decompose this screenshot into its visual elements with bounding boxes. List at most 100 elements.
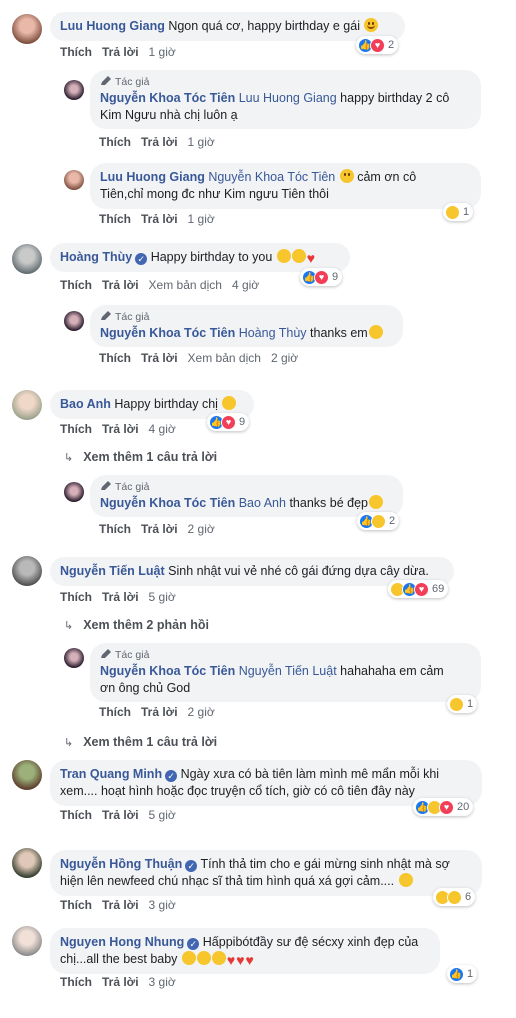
reply-link[interactable]: Trả lời [102,278,139,292]
avatar[interactable] [12,926,42,956]
like-link[interactable]: Thích [60,808,92,822]
commenter-name[interactable]: Nguyễn Hồng Thuận [60,857,182,871]
comment-bubble: Nguyen Hong Nhung ✓ Hấppibótđầy sư đệ séc… [50,928,440,974]
reply-link[interactable]: Trả lời [102,422,139,436]
mention-link[interactable]: Nguyễn Khoa Tóc Tiên [208,170,335,184]
reaction-count: 9 [332,271,339,283]
verified-badge-icon: ✓ [135,253,148,265]
mention-link[interactable]: Luu Huong Giang [239,91,337,105]
reply-text-line1: hahahaha em cảm [340,664,444,678]
reaction-summary[interactable]: 👍 ♥ 20 [413,798,474,816]
wow-reaction-icon [445,204,460,220]
translate-link[interactable]: Xem bản dịch [149,278,222,292]
commenter-name[interactable]: Nguyễn Khoa Tóc Tiên [100,91,235,105]
like-link[interactable]: Thích [60,45,92,59]
timestamp[interactable]: 2 giờ [188,705,215,719]
reply-link[interactable]: Trả lời [141,351,178,365]
avatar[interactable] [12,244,42,274]
timestamp[interactable]: 1 giờ [149,45,176,59]
avatar[interactable] [12,848,42,878]
timestamp[interactable]: 2 giờ [188,522,215,536]
reply-link[interactable]: Trả lời [102,590,139,604]
like-link[interactable]: Thích [60,975,92,989]
timestamp[interactable]: 3 giờ [149,975,176,989]
commenter-name[interactable]: Hoàng Thùy [60,250,132,264]
reaction-summary[interactable]: 👍 ♥ 9 [300,268,343,286]
view-more-replies-link[interactable]: ↳ Xem thêm 1 câu trả lời [64,735,217,749]
reply-actions: Thích Trả lời 2 giờ [99,705,225,719]
commenter-name[interactable]: Nguyễn Tiến Luật [60,564,165,578]
like-link[interactable]: Thích [60,590,92,604]
like-link[interactable]: Thích [99,705,131,719]
heart-emoji-icon: ♥ [245,952,254,968]
comment-text: Happy birthday chị [114,397,218,411]
like-link[interactable]: Thích [99,135,131,149]
avatar[interactable] [64,80,84,100]
avatar[interactable] [12,390,42,420]
reaction-summary[interactable]: 👍 ♥ 9 [207,413,250,431]
like-link[interactable]: Thích [99,351,131,365]
love-reaction-icon: ♥ [414,581,429,597]
timestamp[interactable]: 1 giờ [188,135,215,149]
reaction-summary[interactable]: 1 [443,203,474,221]
smiling-hearts-emoji-icon [291,249,306,263]
avatar[interactable] [12,760,42,790]
commenter-name[interactable]: Bao Anh [60,397,111,411]
avatar[interactable] [64,170,84,190]
reaction-summary[interactable]: 6 [433,888,476,906]
commenter-name[interactable]: Nguyễn Khoa Tóc Tiên [100,326,235,340]
avatar[interactable] [12,14,42,44]
timestamp[interactable]: 2 giờ [271,351,298,365]
comment-text: Ngon quá cơ, happy birthday e gái [168,19,360,33]
mention-link[interactable]: Nguyễn Tiến Luật [239,664,337,678]
like-link[interactable]: Thích [99,522,131,536]
avatar[interactable] [64,311,84,331]
reply-link[interactable]: Trả lời [141,522,178,536]
commenter-name[interactable]: Luu Huong Giang [60,19,165,33]
commenter-name[interactable]: Nguyen Hong Nhung [60,935,184,949]
reply-link[interactable]: Trả lời [102,45,139,59]
reply-link[interactable]: Trả lời [102,975,139,989]
avatar[interactable] [64,482,84,502]
timestamp[interactable]: 3 giờ [149,898,176,912]
commenter-name[interactable]: Tran Quang Minh [60,767,162,781]
view-more-replies-link[interactable]: ↳ Xem thêm 1 câu trả lời [64,450,217,464]
avatar[interactable] [12,556,42,586]
reaction-summary[interactable]: 👍 ♥ 2 [356,36,399,54]
reaction-summary[interactable]: 👍 ♥ 69 [388,580,449,598]
haha-reaction-icon [449,696,464,712]
timestamp[interactable]: 4 giờ [149,422,176,436]
mention-link[interactable]: Hoàng Thùy [239,326,307,340]
reaction-summary[interactable]: 1 [447,695,478,713]
view-more-replies-link[interactable]: ↳ Xem thêm 2 phản hồi [64,618,209,632]
reply-link[interactable]: Trả lời [141,705,178,719]
commenter-name[interactable]: Nguyễn Khoa Tóc Tiên [100,664,235,678]
mention-link[interactable]: Bao Anh [239,496,286,510]
timestamp[interactable]: 5 giờ [149,808,176,822]
timestamp[interactable]: 5 giờ [149,590,176,604]
reply-link[interactable]: Trả lời [141,212,178,226]
reaction-summary[interactable]: 👍 2 [357,512,400,530]
reaction-summary[interactable]: 👍 1 [447,965,478,983]
reaction-count: 1 [463,206,470,218]
timestamp[interactable]: 1 giờ [188,212,215,226]
pencil-icon [101,311,111,320]
verified-badge-icon: ✓ [165,770,178,782]
timestamp[interactable]: 4 giờ [232,278,259,292]
reply-actions: Thích Trả lời 2 giờ [99,522,225,536]
like-link[interactable]: Thích [60,898,92,912]
reply-link[interactable]: Trả lời [141,135,178,149]
like-link[interactable]: Thích [99,212,131,226]
like-link[interactable]: Thích [60,422,92,436]
reply-bubble: Tác giả Nguyễn Khoa Tóc Tiên Nguyễn Tiến… [90,643,481,702]
translate-link[interactable]: Xem bản dịch [188,351,261,365]
comment-text-line2: hiện lên newfeed chú nhạc sĩ thả tim hìn… [60,874,395,888]
comment-text-line1: Hấppibótđầy sư đệ sécxy xinh đẹp của [202,935,419,949]
like-link[interactable]: Thích [60,278,92,292]
avatar[interactable] [64,648,84,668]
reply-link[interactable]: Trả lời [102,898,139,912]
love-reaction-icon: ♥ [314,269,329,285]
reply-link[interactable]: Trả lời [102,808,139,822]
commenter-name[interactable]: Nguyễn Khoa Tóc Tiên [100,496,235,510]
commenter-name[interactable]: Luu Huong Giang [100,170,205,184]
